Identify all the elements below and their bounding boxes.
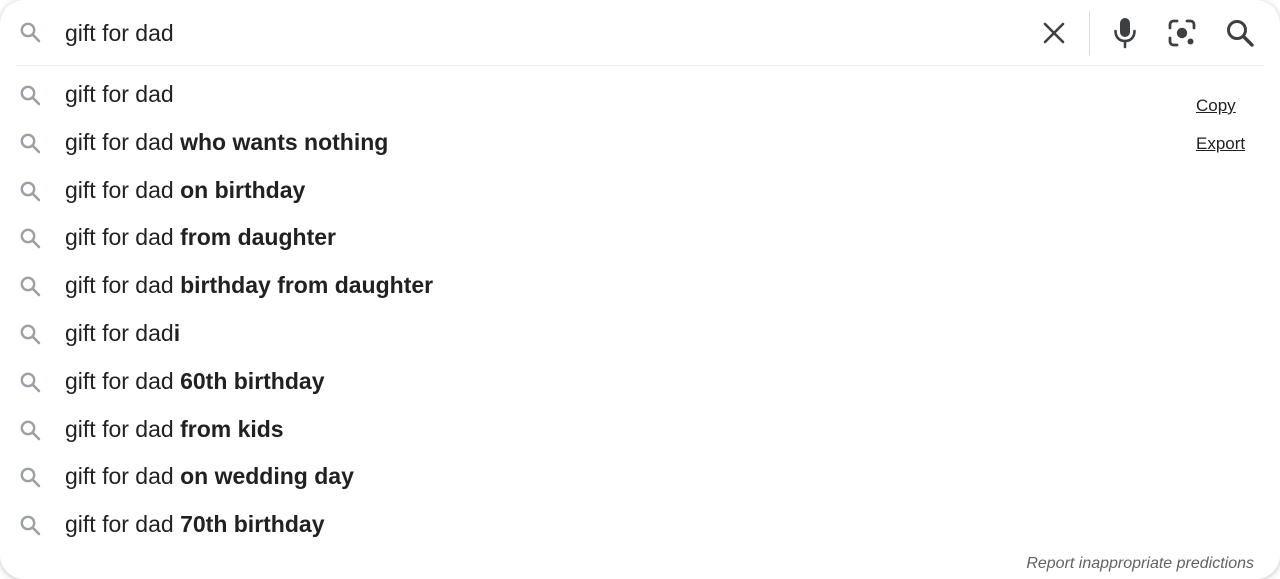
suggestion-item[interactable]: gift for dad from kids (0, 405, 1180, 453)
search-icon (18, 465, 42, 489)
toolbar-divider (1089, 11, 1090, 55)
camera-lens-icon (1168, 19, 1196, 47)
suggestion-text: gift for dad (65, 80, 174, 108)
suggestion-completion: on wedding day (180, 463, 354, 490)
suggestion-prefix: gift for dad (65, 463, 181, 490)
clear-search-button[interactable] (1038, 17, 1070, 49)
voice-search-button[interactable] (1110, 16, 1140, 50)
suggestion-text: gift for dad 60th birthday (65, 367, 325, 395)
search-icon (18, 83, 42, 107)
suggestion-completion: 70th birthday (180, 511, 325, 538)
suggestion-prefix: gift for dad (65, 224, 181, 251)
suggestion-item[interactable]: gift for dad birthday from daughter (0, 261, 1180, 309)
suggestion-completion: i (173, 319, 181, 346)
suggestion-prefix: gift for dad (65, 81, 174, 107)
suggestion-completion: 60th birthday (180, 367, 325, 394)
suggestion-prefix: gift for dad (65, 176, 181, 203)
search-icon (18, 418, 42, 442)
suggestion-prefix: gift for dad (65, 367, 181, 394)
suggestion-text: gift for dad from kids (65, 415, 284, 443)
copy-link[interactable]: Copy (1196, 96, 1236, 116)
search-icon (18, 20, 42, 44)
suggestion-item[interactable]: gift for dad on birthday (0, 166, 1180, 214)
suggestion-prefix: gift for dad (65, 319, 174, 346)
search-input[interactable] (65, 14, 1005, 52)
search-icon (18, 322, 42, 346)
search-bar (0, 0, 1280, 66)
suggestion-item[interactable]: gift for dad on wedding day (0, 452, 1180, 500)
search-icon (18, 179, 42, 203)
suggestion-item[interactable]: gift for dad who wants nothing (0, 118, 1180, 166)
search-divider (16, 65, 1264, 66)
export-link[interactable]: Export (1196, 134, 1245, 154)
suggestion-text: gift for dad birthday from daughter (65, 271, 433, 299)
suggestion-completion: who wants nothing (180, 128, 389, 155)
suggestion-completion: on birthday (180, 176, 306, 203)
suggestion-text: gift for dad from daughter (65, 223, 336, 251)
suggestion-completion: birthday from daughter (180, 272, 434, 299)
suggestion-item[interactable]: gift for dadi (0, 309, 1180, 357)
suggestion-text: gift for dadi (65, 319, 180, 347)
suggestion-prefix: gift for dad (65, 128, 181, 155)
search-icon (18, 274, 42, 298)
close-icon (1043, 22, 1065, 44)
suggestion-text: gift for dad who wants nothing (65, 128, 388, 156)
search-icon (18, 513, 42, 537)
suggestion-text: gift for dad on birthday (65, 176, 305, 204)
suggestion-text: gift for dad 70th birthday (65, 510, 325, 538)
image-search-button[interactable] (1166, 17, 1198, 49)
search-submit-button[interactable] (1224, 17, 1256, 49)
suggestion-completion: from daughter (180, 224, 336, 251)
suggestion-item[interactable]: gift for dad from daughter (0, 213, 1180, 261)
suggestion-text: gift for dad on wedding day (65, 462, 354, 490)
suggestion-completion: from kids (180, 415, 284, 442)
search-icon (1227, 20, 1254, 47)
report-predictions-link[interactable]: Report inappropriate predictions (1026, 555, 1254, 573)
suggestion-prefix: gift for dad (65, 272, 181, 299)
search-icon (18, 226, 42, 250)
search-icon (18, 131, 42, 155)
suggestion-prefix: gift for dad (65, 415, 181, 442)
suggestion-item[interactable]: gift for dad 60th birthday (0, 357, 1180, 405)
suggestion-item[interactable]: gift for dad (0, 70, 1180, 118)
mic-icon (1114, 18, 1136, 49)
search-icon (18, 370, 42, 394)
suggestion-item[interactable]: gift for dad 70th birthday (0, 500, 1180, 548)
suggestion-list: gift for dad gift for dad who wants noth… (0, 70, 1180, 548)
search-autocomplete-panel: gift for dad gift for dad who wants noth… (0, 0, 1280, 579)
suggestion-prefix: gift for dad (65, 511, 181, 538)
